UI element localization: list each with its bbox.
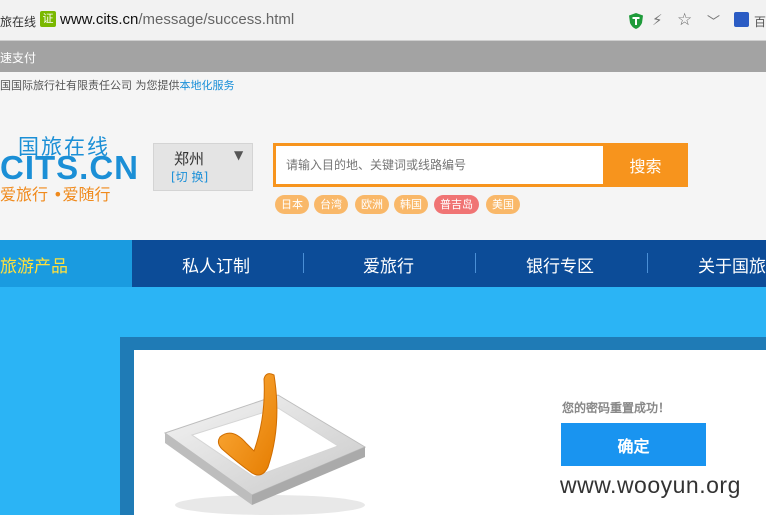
tag-usa[interactable]: 美国 [486, 195, 520, 214]
nav-divider [647, 253, 648, 273]
nav-divider [303, 253, 304, 273]
city-switch-link[interactable]: [切 换] [171, 168, 208, 185]
nav-divider [475, 253, 476, 273]
certificate-badge-icon[interactable]: 证 [40, 11, 56, 27]
url-domain: www.cits.cn [60, 11, 139, 28]
tag-taiwan[interactable]: 台湾 [314, 195, 348, 214]
shield-extension-icon[interactable] [627, 12, 645, 30]
search-input[interactable] [273, 143, 603, 187]
localized-service-link[interactable]: 本地化服务 [180, 79, 235, 92]
nav-item-travel-products[interactable]: 旅游产品 [0, 252, 68, 277]
tag-japan[interactable]: 日本 [275, 195, 309, 214]
tag-korea[interactable]: 韩国 [394, 195, 428, 214]
nav-item-private-custom[interactable]: 私人订制 [182, 252, 250, 277]
company-info-text: 国国际旅行社有限责任公司 为您提供本地化服务 [0, 77, 235, 93]
nav-item-about[interactable]: 关于国旅 [698, 252, 766, 277]
dropdown-arrow-icon[interactable]: ▼ [234, 148, 243, 162]
bookmarks-bar [0, 41, 766, 72]
url-path: /message/success.html [138, 11, 295, 28]
tag-europe[interactable]: 欧洲 [355, 195, 389, 214]
tab-title[interactable]: 旅在线 [0, 13, 36, 30]
lightning-icon[interactable]: ⚡ [652, 11, 663, 29]
tag-phuket[interactable]: 普吉岛 [434, 195, 479, 214]
baidu-paw-icon[interactable] [734, 12, 749, 27]
confirm-button[interactable]: 确定 [561, 423, 706, 466]
address-bar[interactable]: www.cits.cn/message/success.html [60, 8, 620, 32]
logo-slogan: 爱旅行 •爱随行 [0, 185, 111, 204]
success-message: 您的密码重置成功！ [562, 401, 671, 415]
watermark-text: www.wooyun.org [560, 472, 741, 498]
city-name: 郑州 [174, 150, 205, 168]
nav-item-bank-zone[interactable]: 银行专区 [526, 252, 594, 277]
checkmark-success-icon [163, 373, 367, 515]
bookmark-item[interactable]: 速支付 [0, 49, 36, 66]
bookmark-star-icon[interactable]: ☆ [677, 10, 692, 30]
company-name: 国国际旅行社有限责任公司 为您提供 [0, 79, 180, 92]
chevron-down-icon[interactable]: ﹀ [707, 11, 720, 30]
search-button[interactable]: 搜索 [603, 143, 688, 187]
search-engine-label[interactable]: 百 [754, 13, 766, 30]
nav-item-love-travel[interactable]: 爱旅行 [363, 252, 414, 277]
